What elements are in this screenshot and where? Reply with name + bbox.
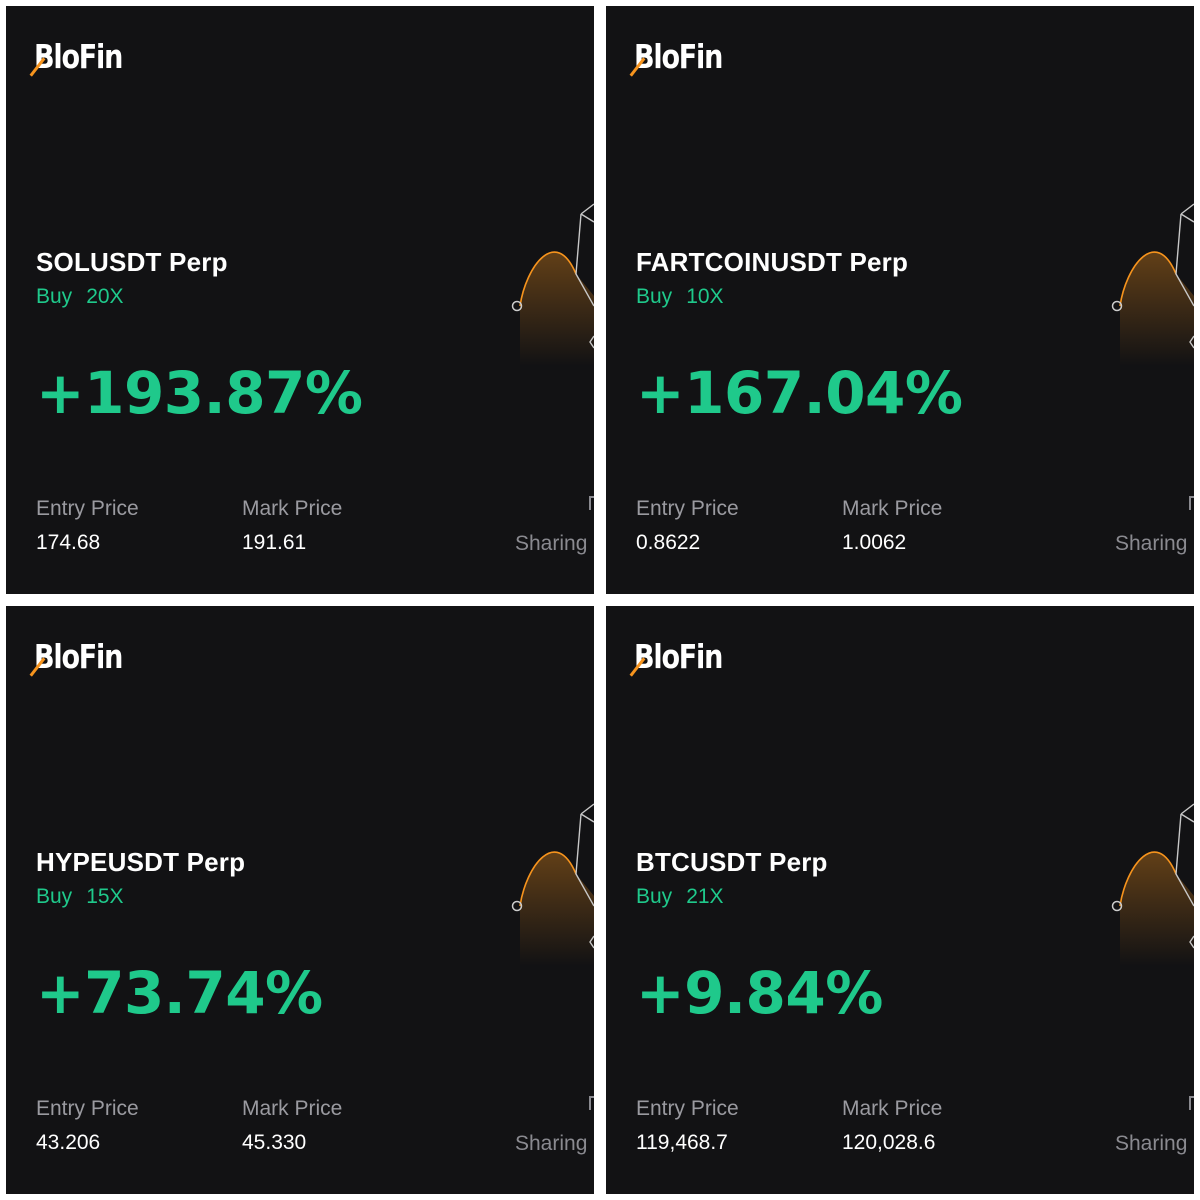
mark-price-label: Mark Price — [842, 497, 943, 520]
position-side: Buy 20X — [36, 285, 124, 309]
entry-price-label: Entry Price — [36, 497, 139, 520]
mark-price-value: 45.330 — [242, 1131, 307, 1154]
decorative-chart-graphic-icon — [511, 803, 594, 966]
mark-price-label: Mark Price — [242, 1097, 343, 1120]
entry-price-value: 119,468.7 — [636, 1131, 728, 1154]
leverage-label: 10X — [686, 285, 724, 308]
pnl-share-card: BloFin FARTCOINUSDT Perp Buy 10X +167.04%… — [606, 6, 1194, 594]
entry-price-value: 0.8622 — [636, 531, 701, 554]
blofin-logo: BloFin — [634, 637, 723, 676]
decorative-chart-graphic-icon — [1111, 203, 1194, 366]
trading-pair: SOLUSDT Perp — [36, 247, 228, 277]
entry-price-value: 174.68 — [36, 531, 101, 554]
pnl-share-card: BloFin BTCUSDT Perp Buy 21X +9.84% Entry … — [606, 606, 1194, 1194]
pnl-percentage: +9.84% — [636, 959, 883, 1027]
pnl-share-card: BloFin HYPEUSDT Perp Buy 15X +73.74% Entr… — [6, 606, 594, 1194]
blofin-logo: BloFin — [34, 37, 123, 76]
leverage-label: 21X — [686, 885, 724, 908]
sharing-text: Sharing — [515, 1132, 588, 1155]
trading-pair: BTCUSDT Perp — [636, 847, 828, 877]
position-side: Buy 15X — [36, 885, 124, 909]
leverage-label: 20X — [86, 285, 124, 308]
side-label: Buy — [636, 285, 673, 308]
pnl-percentage: +73.74% — [36, 959, 323, 1027]
cropped-edge-glyph — [1189, 496, 1194, 510]
entry-price-value: 43.206 — [36, 1131, 101, 1154]
mark-price-value: 1.0062 — [842, 531, 907, 554]
pnl-percentage: +167.04% — [636, 359, 963, 427]
blofin-logo: BloFin — [34, 637, 123, 676]
cropped-edge-glyph — [1189, 1096, 1194, 1110]
side-label: Buy — [636, 885, 673, 908]
share-card-grid: BloFin SOLUSDT Perp Buy 20X +193.87% Entr… — [0, 0, 1200, 1200]
leverage-label: 15X — [86, 885, 124, 908]
cropped-edge-glyph — [589, 1096, 594, 1110]
sharing-text: Sharing — [1115, 532, 1188, 555]
sharing-text: Sharing — [1115, 1132, 1188, 1155]
cropped-edge-glyph — [589, 496, 594, 510]
mark-price-label: Mark Price — [242, 497, 343, 520]
side-label: Buy — [36, 885, 73, 908]
position-side: Buy 10X — [636, 285, 724, 309]
mark-price-value: 120,028.6 — [842, 1131, 936, 1154]
mark-price-label: Mark Price — [842, 1097, 943, 1120]
side-label: Buy — [36, 285, 73, 308]
trading-pair: HYPEUSDT Perp — [36, 847, 246, 877]
blofin-logo: BloFin — [634, 37, 723, 76]
mark-price-value: 191.61 — [242, 531, 307, 554]
decorative-chart-graphic-icon — [511, 203, 594, 366]
entry-price-label: Entry Price — [36, 1097, 139, 1120]
entry-price-label: Entry Price — [636, 497, 739, 520]
pnl-share-card: BloFin SOLUSDT Perp Buy 20X +193.87% Entr… — [6, 6, 594, 594]
trading-pair: FARTCOINUSDT Perp — [636, 247, 909, 277]
pnl-percentage: +193.87% — [36, 359, 363, 427]
entry-price-label: Entry Price — [636, 1097, 739, 1120]
sharing-text: Sharing — [515, 532, 588, 555]
position-side: Buy 21X — [636, 885, 724, 909]
decorative-chart-graphic-icon — [1111, 803, 1194, 966]
